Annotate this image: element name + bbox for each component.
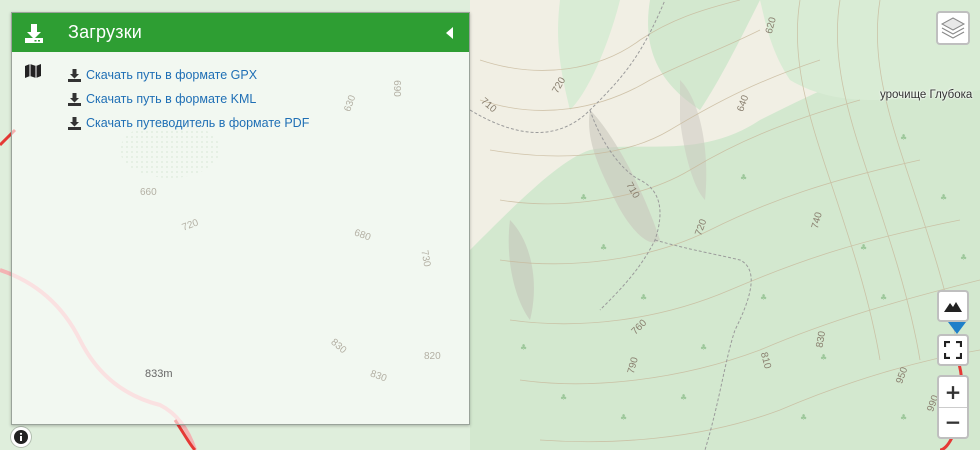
info-button[interactable]: [11, 427, 31, 447]
panel-header: Загрузки: [12, 13, 469, 52]
contour-label: 660: [140, 187, 157, 198]
svg-text:♣: ♣: [700, 343, 707, 352]
zoom-out-button[interactable]: −: [939, 408, 967, 438]
contour-label: 630: [342, 93, 359, 114]
svg-text:♣: ♣: [580, 193, 587, 202]
svg-text:♣: ♣: [960, 253, 967, 262]
downloads-panel: Загрузки Скачать путь в формате GPX Скач…: [11, 12, 470, 425]
contour-label: 820: [424, 351, 441, 362]
contour-label: 730: [418, 249, 433, 268]
place-label: урочище Глубока: [880, 89, 973, 101]
svg-text:♣: ♣: [640, 293, 647, 302]
svg-text:♣: ♣: [880, 293, 887, 302]
fullscreen-icon: [944, 341, 962, 359]
panel-title: Загрузки: [68, 22, 143, 42]
download-pdf-link[interactable]: Скачать путеводитель в формате PDF: [68, 111, 309, 135]
svg-text:♣: ♣: [900, 133, 907, 142]
svg-text:♣: ♣: [740, 173, 747, 182]
svg-text:♣: ♣: [680, 393, 687, 402]
layers-button[interactable]: [936, 11, 970, 45]
svg-text:♣: ♣: [860, 243, 867, 252]
download-pdf-label[interactable]: Скачать путеводитель в формате PDF: [86, 116, 309, 130]
download-links: Скачать путь в формате GPX Скачать путь …: [68, 63, 309, 135]
download-kml-link[interactable]: Скачать путь в формате KML: [68, 87, 309, 111]
svg-text:♣: ♣: [560, 393, 567, 402]
info-icon: [14, 430, 28, 444]
zoom-in-button[interactable]: +: [939, 377, 967, 408]
layers-icon: [940, 17, 966, 39]
caret-left-icon[interactable]: [443, 24, 457, 42]
map-icon[interactable]: [24, 63, 42, 79]
svg-text:♣: ♣: [820, 353, 827, 362]
mountain-icon: [944, 302, 962, 312]
svg-text:♣: ♣: [620, 413, 627, 422]
svg-text:♣: ♣: [520, 343, 527, 352]
contour-label: 720: [180, 217, 201, 234]
zoom-control: + −: [937, 375, 969, 439]
download-icon: [68, 92, 81, 106]
svg-text:♣: ♣: [600, 243, 607, 252]
svg-text:♣: ♣: [900, 413, 907, 422]
svg-text:♣: ♣: [940, 193, 947, 202]
terrain-button[interactable]: [937, 290, 969, 322]
fullscreen-button[interactable]: [937, 334, 969, 366]
contour-label: 690: [390, 80, 402, 97]
peak-label: 833m: [145, 368, 173, 380]
contour-label: 830: [368, 368, 389, 385]
download-gpx-label[interactable]: Скачать путь в формате GPX: [86, 68, 257, 82]
contour-label: 830: [328, 336, 349, 357]
svg-text:♣: ♣: [800, 413, 807, 422]
download-gpx-link[interactable]: Скачать путь в формате GPX: [68, 63, 309, 87]
svg-text:♣: ♣: [760, 293, 767, 302]
download-icon: [68, 68, 81, 82]
download-kml-label[interactable]: Скачать путь в формате KML: [86, 92, 256, 106]
download-icon: [68, 116, 81, 130]
download-icon: [25, 23, 43, 43]
contour-label: 680: [352, 227, 373, 244]
